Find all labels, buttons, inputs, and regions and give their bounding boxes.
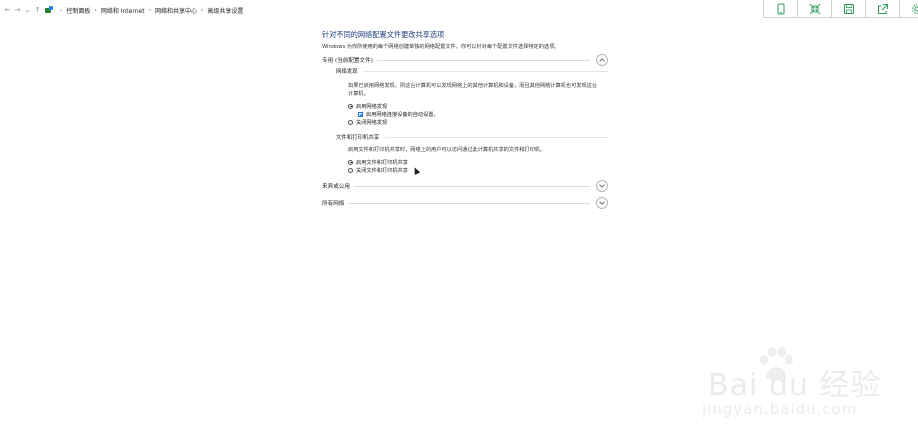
divider xyxy=(348,202,590,204)
breadcrumb-item-control-panel[interactable]: 控制面板 xyxy=(66,6,90,15)
checkbox-icon[interactable] xyxy=(358,111,363,117)
profile-private-body: 网络发现 如果已启用网络发现，则这台计算机可以发现网络上的其他计算机和设备，而且… xyxy=(336,66,608,175)
breadcrumb: 控制面板 › 网络和 Internet › 网络和共享中心 › 高级共享设置 xyxy=(66,6,243,15)
option-label: 启用网络连接设备的自动设置。 xyxy=(366,111,439,118)
chevron-down-icon[interactable] xyxy=(596,197,608,209)
collapse-icon xyxy=(809,3,820,14)
profile-guest-public-label: 来宾或公用 xyxy=(322,184,350,190)
file-printer-sharing-heading: 文件和打印机共享 xyxy=(336,132,608,142)
divider xyxy=(385,136,608,138)
settings-button[interactable] xyxy=(899,0,918,18)
save-button[interactable] xyxy=(831,0,866,18)
divider xyxy=(363,70,608,72)
breadcrumb-separator[interactable]: › xyxy=(201,7,203,14)
breadcrumb-item-network-internet[interactable]: 网络和 Internet xyxy=(101,6,145,15)
network-discovery-heading-label: 网络发现 xyxy=(336,69,358,75)
settings-icon xyxy=(911,3,918,14)
profile-all-networks-header[interactable]: 所有网络 xyxy=(322,197,608,209)
chevron-up-icon[interactable] xyxy=(596,54,608,66)
radio-enable-file-sharing[interactable]: 启用文件和打印机共享 xyxy=(348,158,608,166)
radio-button-icon[interactable] xyxy=(348,167,353,173)
radio-button-icon[interactable] xyxy=(348,119,353,125)
profile-all-networks-label: 所有网络 xyxy=(322,201,345,207)
breadcrumb-item-network-sharing-center[interactable]: 网络和共享中心 xyxy=(155,6,197,15)
page-title: 针对不同的网络配置文件更改共享选项 xyxy=(322,30,445,39)
address-bar: ← → ⌄ ↑ › 控制面板 › 网络和 Internet › 网络和共享中心 … xyxy=(0,0,770,20)
phone-icon xyxy=(777,3,784,14)
watermark-brand: Bai du 经验 xyxy=(708,368,882,403)
file-printer-sharing-text: 启用文件和打印机共享时，网络上的用户可以访问通过此计算机共享的文件和打印机。 xyxy=(348,147,546,153)
share-button[interactable] xyxy=(865,0,900,18)
save-icon xyxy=(843,3,854,14)
file-printer-sharing-heading-label: 文件和打印机共享 xyxy=(336,135,380,141)
profile-guest-public-header[interactable]: 来宾或公用 xyxy=(322,180,608,192)
radio-enable-network-discovery[interactable]: 启用网络发现 xyxy=(348,102,608,110)
collapse-button[interactable] xyxy=(797,0,832,18)
phone-button[interactable] xyxy=(763,0,798,18)
network-discovery-heading: 网络发现 xyxy=(336,66,608,76)
share-icon xyxy=(877,3,888,14)
radio-button-icon[interactable] xyxy=(348,159,353,165)
breadcrumb-separator[interactable]: › xyxy=(94,7,96,14)
divider xyxy=(376,59,590,61)
watermark-url: jingyan.baidu.com xyxy=(702,400,858,418)
recent-locations-icon[interactable]: ⌄ xyxy=(24,6,31,14)
profile-private-label: 专用 (当前配置文件) xyxy=(322,58,373,64)
radio-disable-network-discovery[interactable]: 关闭网络发现 xyxy=(348,118,608,126)
checkbox-auto-setup[interactable]: 启用网络连接设备的自动设置。 xyxy=(358,110,608,118)
breadcrumb-separator: › xyxy=(60,6,63,14)
page-description: Windows 为你所使用的每个网络创建单独的网络配置文件。你可以针对每个配置文… xyxy=(322,44,560,50)
toolbar xyxy=(763,0,918,18)
profile-private-header[interactable]: 专用 (当前配置文件) xyxy=(322,54,608,66)
advanced-sharing-settings: 针对不同的网络配置文件更改共享选项 Windows 为你所使用的每个网络创建单独… xyxy=(322,30,608,209)
divider xyxy=(353,185,590,187)
nav-buttons: ← → ⌄ ↑ xyxy=(4,6,41,14)
option-label: 启用网络发现 xyxy=(356,103,388,110)
breadcrumb-item-advanced-sharing[interactable]: 高级共享设置 xyxy=(207,6,243,15)
option-label: 启用文件和打印机共享 xyxy=(356,159,408,166)
option-label: 关闭文件和打印机共享 xyxy=(356,167,408,174)
up-icon[interactable]: ↑ xyxy=(34,6,41,14)
chevron-down-icon[interactable] xyxy=(596,180,608,192)
control-panel-icon xyxy=(45,6,53,14)
back-icon[interactable]: ← xyxy=(4,6,11,14)
radio-button-icon[interactable] xyxy=(348,103,353,109)
network-discovery-text: 如果已启用网络发现，则这台计算机可以发现网络上的其他计算机和设备，而且其他网络计… xyxy=(348,83,598,97)
option-label: 关闭网络发现 xyxy=(356,119,388,126)
forward-icon[interactable]: → xyxy=(14,6,21,14)
radio-disable-file-sharing[interactable]: 关闭文件和打印机共享 xyxy=(348,166,608,174)
baidu-watermark: Bai du 经验 jingyan.baidu.com xyxy=(698,338,898,438)
breadcrumb-separator[interactable]: › xyxy=(149,7,151,14)
